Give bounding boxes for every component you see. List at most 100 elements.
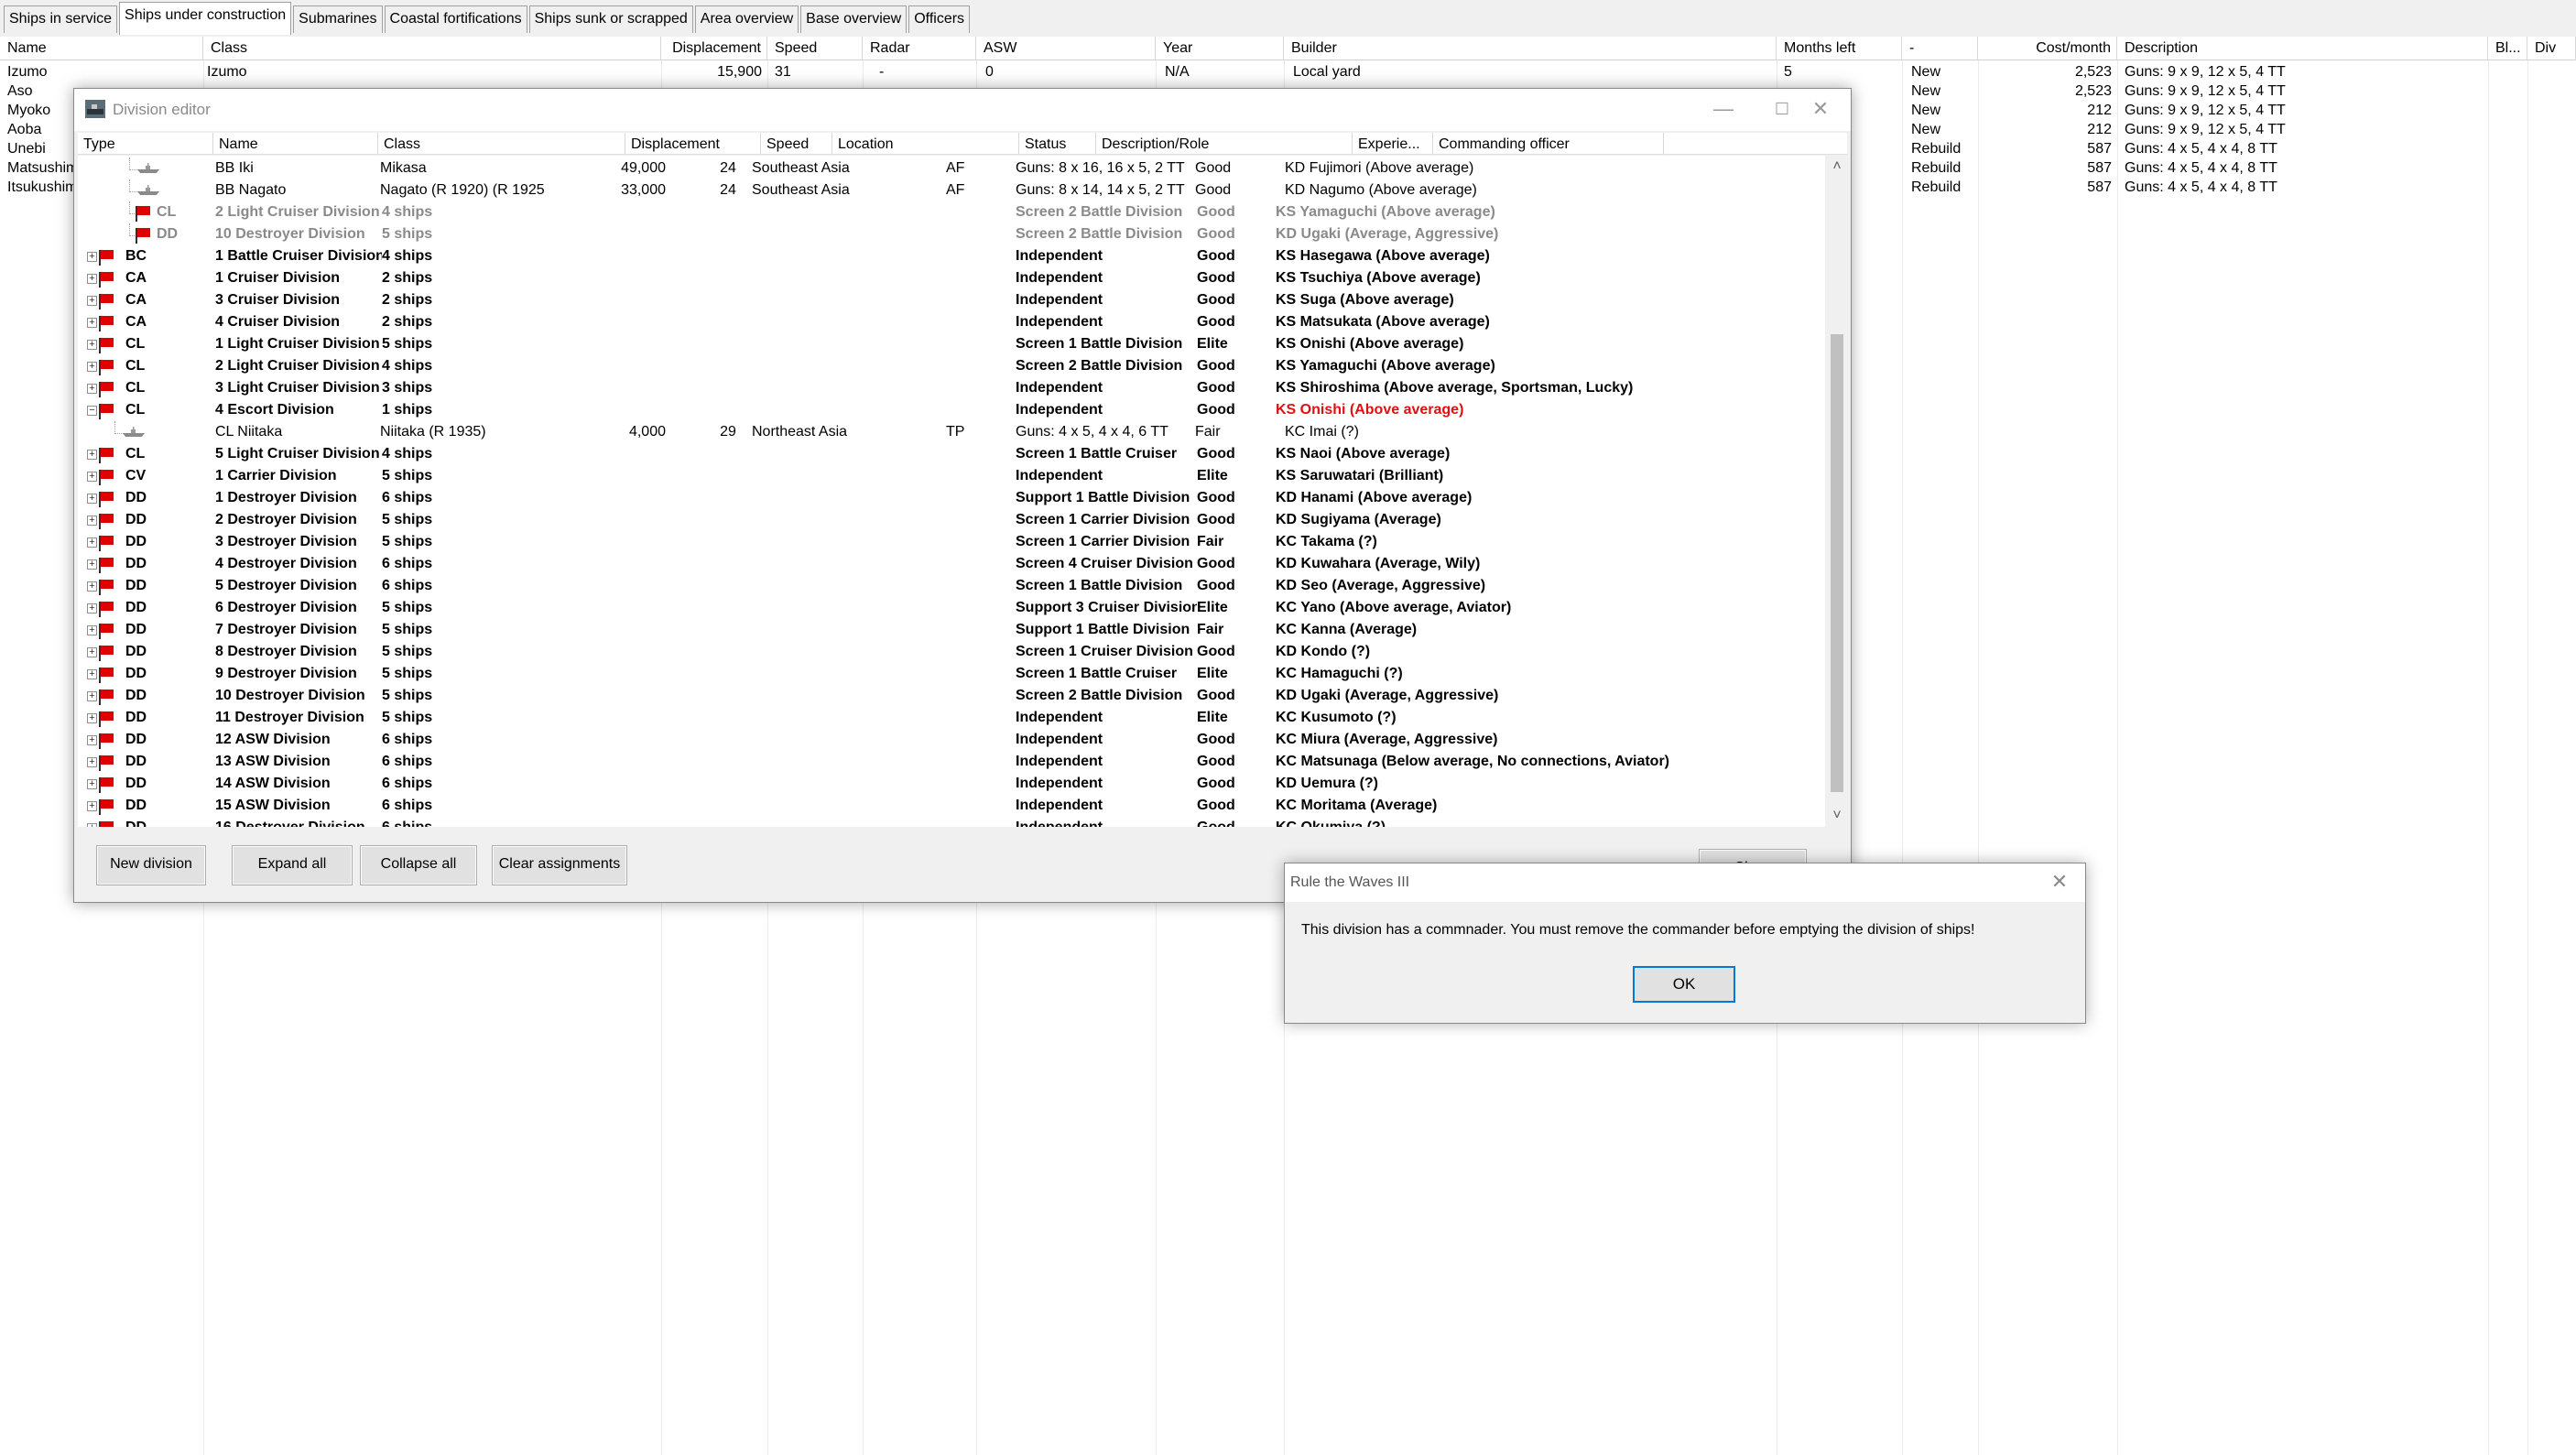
expand-icon[interactable]: + xyxy=(87,823,97,827)
division-row[interactable]: + CL 5 Light Cruiser Division 4 ships Screen… xyxy=(78,443,1834,465)
division-row[interactable]: + CA 3 Cruiser Division 2 ships Independent G… xyxy=(78,289,1834,311)
expand-icon[interactable]: + xyxy=(87,296,97,306)
column-header-name[interactable]: Name xyxy=(213,133,378,155)
ship-row[interactable]: CL Niitaka Niitaka (R 1935) 4,000 29 Northea… xyxy=(78,421,1834,443)
division-row[interactable]: + CV 1 Carrier Division 5 ships Independent E… xyxy=(78,465,1834,487)
column-header-location[interactable]: Location xyxy=(832,133,1019,155)
expand-icon[interactable]: + xyxy=(87,274,97,284)
ok-button[interactable]: OK xyxy=(1633,966,1735,1003)
expand-icon[interactable]: + xyxy=(87,647,97,657)
division-row[interactable]: + DD 14 ASW Division 6 ships Independent Good… xyxy=(78,773,1834,795)
tab-ships-sunk-or-scrapped[interactable]: Ships sunk or scrapped xyxy=(528,5,693,33)
dialog-close-icon[interactable]: ✕ xyxy=(2041,863,2078,902)
column-header-name[interactable]: Name xyxy=(0,37,203,60)
division-row[interactable]: + DD 2 Destroyer Division 5 ships Screen 1 C… xyxy=(78,509,1834,531)
expand-icon[interactable]: + xyxy=(87,384,97,394)
column-header-builder[interactable]: Builder xyxy=(1284,37,1777,60)
column-header-description[interactable]: Description xyxy=(2117,37,2488,60)
division-row[interactable]: + DD 10 Destroyer Division 5 ships Screen 2 … xyxy=(78,685,1834,707)
expand-icon[interactable]: + xyxy=(87,340,97,350)
expand-icon[interactable]: + xyxy=(87,472,97,482)
column-header-div[interactable]: Div xyxy=(2527,37,2576,60)
expand-icon[interactable]: + xyxy=(87,362,97,372)
table-row[interactable]: Izumo Izumo 15,900 31 - 0 N/A Local yard 5 New 2,5… xyxy=(0,62,2576,81)
division-row[interactable]: + DD 11 Destroyer Division 5 ships Independe… xyxy=(78,707,1834,729)
column-header-displacement[interactable]: Displacement xyxy=(625,133,761,155)
expand-icon[interactable]: + xyxy=(87,494,97,504)
clear-assignments-button[interactable]: Clear assignments xyxy=(492,845,627,885)
collapse-all-button[interactable]: Collapse all xyxy=(360,845,477,885)
column-header-asw[interactable]: ASW xyxy=(976,37,1156,60)
division-row[interactable]: + DD 5 Destroyer Division 6 ships Screen 1 B… xyxy=(78,575,1834,597)
tab-coastal-fortifications[interactable]: Coastal fortifications xyxy=(384,5,527,33)
column-header-class[interactable]: Class xyxy=(378,133,625,155)
division-row[interactable]: + DD 7 Destroyer Division 5 ships Support 1 … xyxy=(78,619,1834,641)
expand-icon[interactable]: + xyxy=(87,801,97,811)
scrollbar-thumb[interactable] xyxy=(1831,334,1843,792)
column-header-cost-month[interactable]: Cost/month xyxy=(1978,37,2117,60)
scroll-down-icon[interactable]: ˅ xyxy=(1825,805,1849,827)
division-row[interactable]: + DD 12 ASW Division 6 ships Independent Good… xyxy=(78,729,1834,751)
column-header-months-left[interactable]: Months left xyxy=(1777,37,1902,60)
column-header--[interactable]: - xyxy=(1902,37,1978,60)
column-header-speed[interactable]: Speed xyxy=(761,133,832,155)
tab-officers[interactable]: Officers xyxy=(908,5,971,33)
division-row[interactable]: + DD 8 Destroyer Division 5 ships Screen 1 C… xyxy=(78,641,1834,663)
dialog-titlebar[interactable]: Rule the Waves III ✕ xyxy=(1285,863,2085,902)
column-header-year[interactable]: Year xyxy=(1156,37,1284,60)
tab-submarines[interactable]: Submarines xyxy=(293,5,383,33)
expand-icon[interactable]: + xyxy=(87,779,97,789)
division-row[interactable]: + CA 4 Cruiser Division 2 ships Independent G… xyxy=(78,311,1834,333)
division-row[interactable]: + DD 13 ASW Division 6 ships Independent Good… xyxy=(78,751,1834,773)
expand-icon[interactable]: + xyxy=(87,581,97,592)
ship-row[interactable]: BB Nagato Nagato (R 1920) (R 1925 33,000 24… xyxy=(78,179,1834,201)
tab-ships-in-service[interactable]: Ships in service xyxy=(4,5,118,33)
new-division-button[interactable]: New division xyxy=(96,845,206,885)
expand-all-button[interactable]: Expand all xyxy=(232,845,353,885)
expand-icon[interactable]: + xyxy=(87,450,97,460)
tab-area-overview[interactable]: Area overview xyxy=(694,5,799,33)
column-header-description-role[interactable]: Description/Role xyxy=(1096,133,1353,155)
division-row[interactable]: + CL 1 Light Cruiser Division 5 ships Screen… xyxy=(78,333,1834,355)
expand-icon[interactable]: + xyxy=(87,559,97,570)
column-header-displacement[interactable]: Displacement xyxy=(661,37,767,60)
expand-icon[interactable]: + xyxy=(87,625,97,635)
division-row[interactable]: + DD 9 Destroyer Division 5 ships Screen 1 B… xyxy=(78,663,1834,685)
division-row[interactable]: − CL 4 Escort Division 1 ships Independent Go… xyxy=(78,399,1834,421)
division-row[interactable]: + DD 3 Destroyer Division 5 ships Screen 1 C… xyxy=(78,531,1834,553)
division-row[interactable]: + DD 16 Destroyer Division6 ships Independe… xyxy=(78,817,1834,827)
ship-row[interactable]: BB Iki Mikasa 49,000 24 Southeast Asia AF Guns… xyxy=(78,157,1834,179)
column-header-bl-[interactable]: Bl... xyxy=(2488,37,2527,60)
division-row[interactable]: + CA 1 Cruiser Division 2 ships Independent G… xyxy=(78,267,1834,289)
division-row[interactable]: + CL 2 Light Cruiser Division 4 ships Screen… xyxy=(78,355,1834,377)
expand-icon[interactable]: + xyxy=(87,318,97,328)
close-icon[interactable]: ✕ xyxy=(1788,89,1853,131)
column-header-radar[interactable]: Radar xyxy=(863,37,976,60)
division-row[interactable]: + DD 15 ASW Division 6 ships Independent Good… xyxy=(78,795,1834,817)
tab-base-overview[interactable]: Base overview xyxy=(800,5,908,33)
scroll-up-icon[interactable]: ˄ xyxy=(1825,156,1849,178)
division-row[interactable]: DD 10 Destroyer Division 5 ships Screen 2 B… xyxy=(78,223,1834,245)
expand-icon[interactable]: + xyxy=(87,735,97,745)
column-header-type[interactable]: Type xyxy=(78,133,213,155)
column-header-commanding-officer[interactable]: Commanding officer xyxy=(1433,133,1664,155)
minimize-icon[interactable]: — xyxy=(1691,89,1755,131)
expand-icon[interactable]: + xyxy=(87,537,97,548)
division-editor-titlebar[interactable]: Division editor — ☐ ✕ xyxy=(74,89,1851,131)
division-row[interactable]: + BC 1 Battle Cruiser Division 4 ships Indep… xyxy=(78,245,1834,267)
column-header-class[interactable]: Class xyxy=(203,37,661,60)
division-row[interactable]: CL 2 Light Cruiser Division 4 ships Screen … xyxy=(78,201,1834,223)
division-row[interactable]: + DD 4 Destroyer Division 6 ships Screen 4 C… xyxy=(78,553,1834,575)
division-tree[interactable]: BB Iki Mikasa 49,000 24 Southeast Asia AF Guns… xyxy=(78,156,1834,827)
expand-icon[interactable]: + xyxy=(87,669,97,679)
division-row[interactable]: + DD 1 Destroyer Division 6 ships Support 1 … xyxy=(78,487,1834,509)
expand-icon[interactable]: + xyxy=(87,691,97,701)
collapse-icon[interactable]: − xyxy=(87,406,97,416)
expand-icon[interactable]: + xyxy=(87,757,97,767)
expand-icon[interactable]: + xyxy=(87,713,97,723)
column-header-experie-[interactable]: Experie... xyxy=(1353,133,1433,155)
column-header-speed[interactable]: Speed xyxy=(767,37,863,60)
expand-icon[interactable]: + xyxy=(87,252,97,262)
division-row[interactable]: + DD 6 Destroyer Division 5 ships Support 3 … xyxy=(78,597,1834,619)
division-tree-scrollbar[interactable]: ˄ ˅ xyxy=(1825,156,1849,827)
